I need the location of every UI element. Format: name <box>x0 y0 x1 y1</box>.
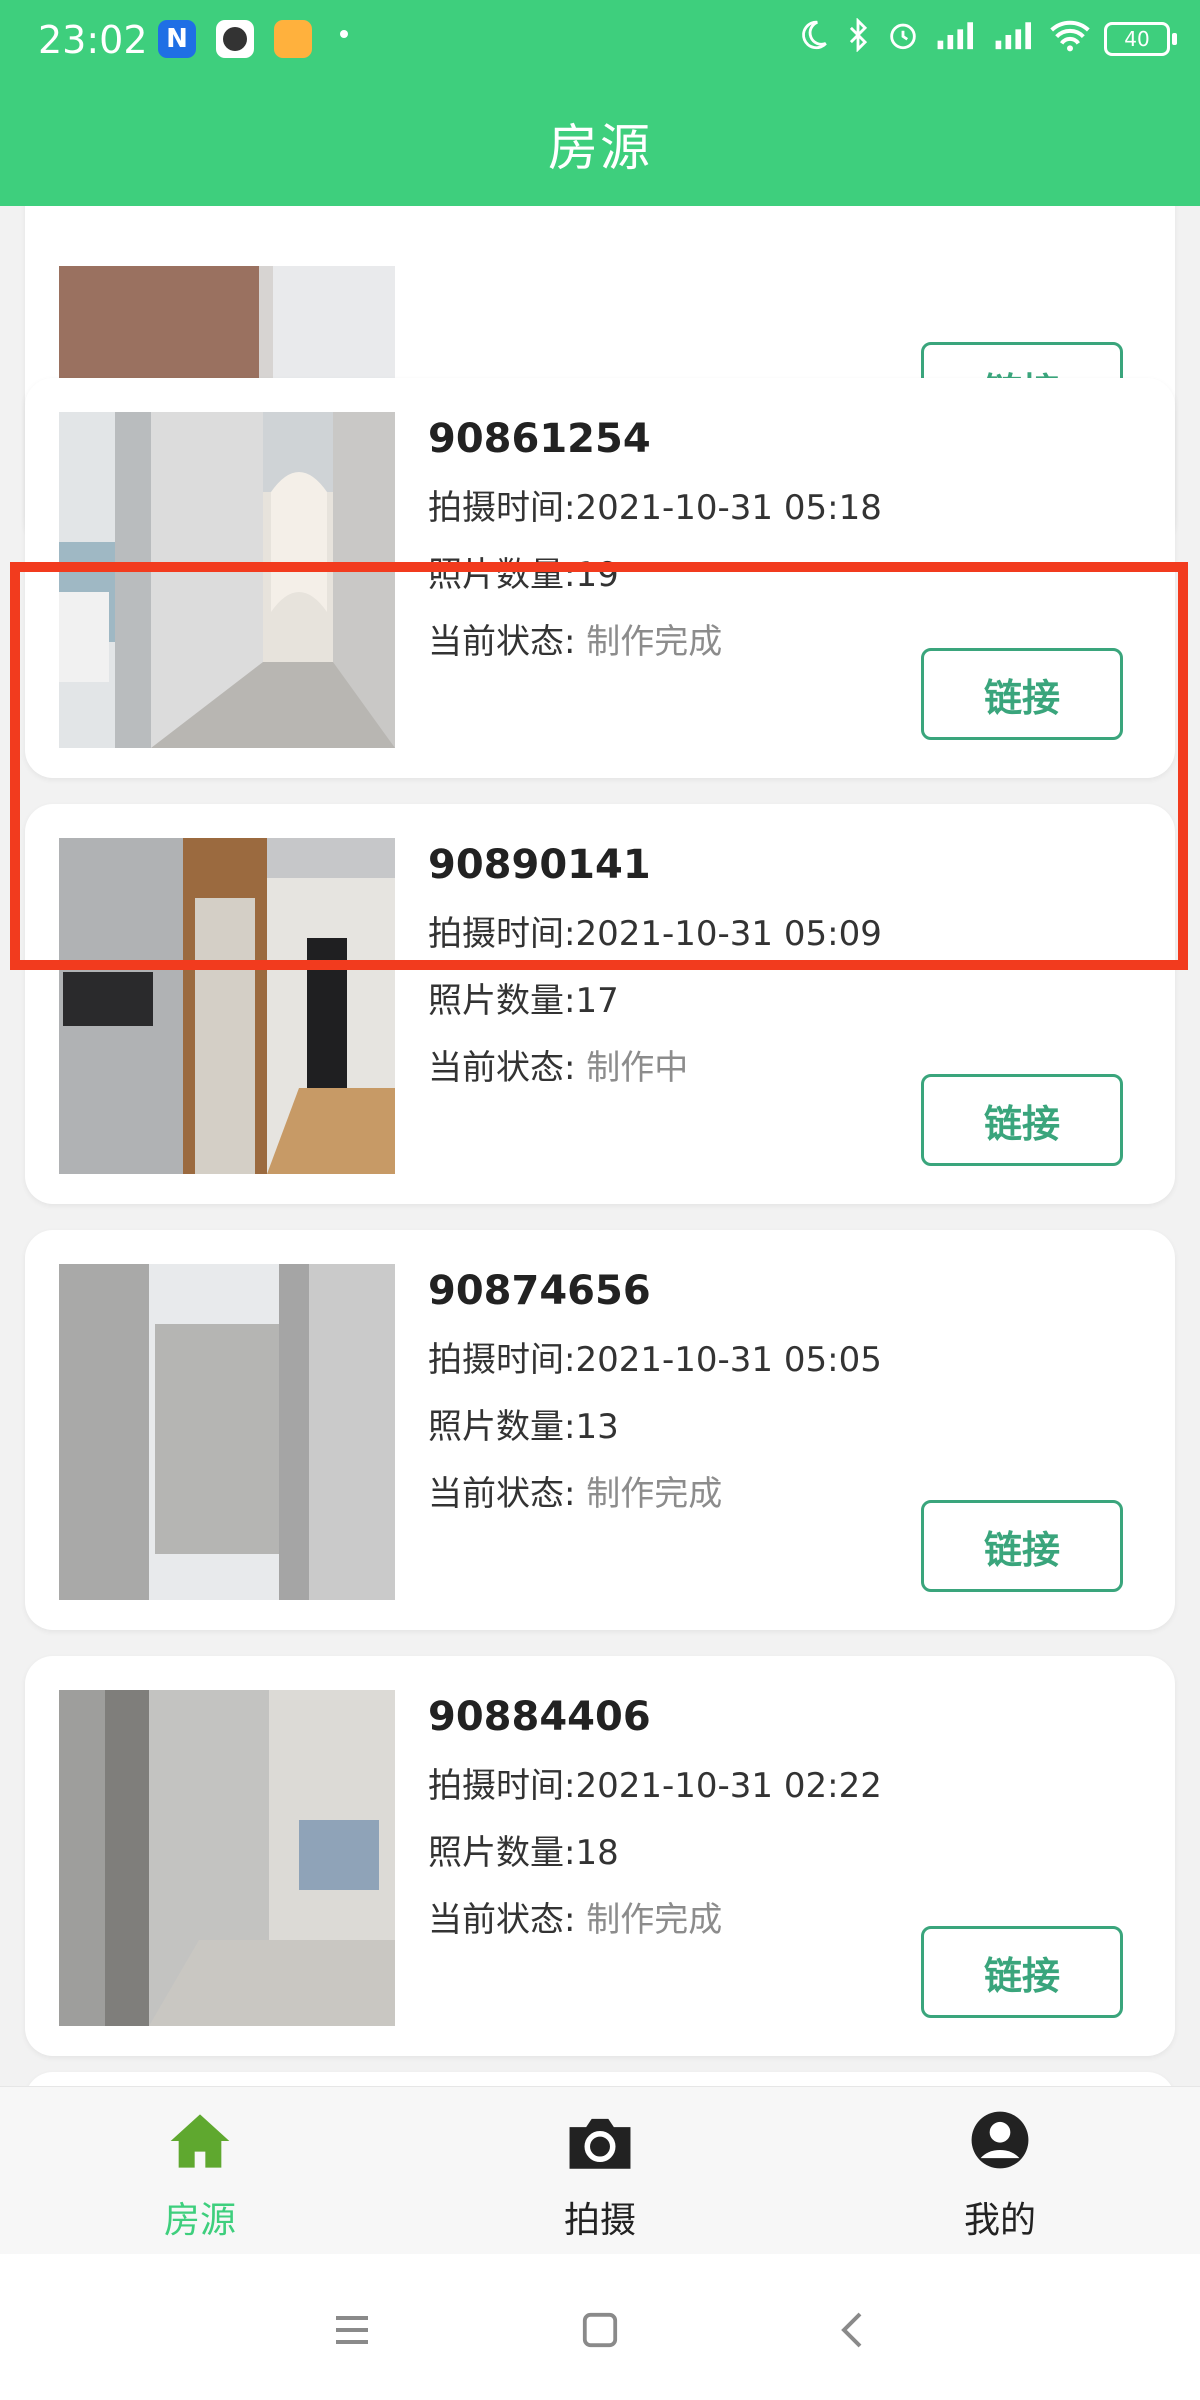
link-button[interactable]: 链接 <box>921 1500 1123 1592</box>
notification-circle-icon <box>216 20 254 58</box>
camera-icon <box>564 2109 636 2177</box>
nav-item-profile[interactable]: 我的 <box>800 2087 1200 2255</box>
listing-list[interactable]: 链接 90861254 拍摄时间:2021-10-31 05:18 照片数量:1… <box>0 206 1200 2086</box>
listing-thumbnail <box>59 1690 395 2026</box>
capture-time-label: 拍摄时间: <box>428 1340 576 1380</box>
link-button[interactable]: 链接 <box>921 1074 1123 1166</box>
bottom-nav: 房源 拍摄 我的 <box>0 2086 1200 2255</box>
listing-card[interactable]: 90874656 拍摄时间:2021-10-31 05:05 照片数量:13 当… <box>25 1230 1175 1630</box>
photo-count-label: 照片数量: <box>428 1833 576 1873</box>
capture-time-row: 拍摄时间:2021-10-31 02:22 <box>428 1758 882 1807</box>
nav-label: 拍摄 <box>563 2200 636 2241</box>
user-icon <box>969 2109 1031 2175</box>
alarm-icon <box>886 18 920 60</box>
photo-count-label: 照片数量: <box>428 1407 576 1447</box>
photo-count-value: 18 <box>575 1833 619 1873</box>
capture-time-label: 拍摄时间: <box>428 914 576 954</box>
capture-time-row: 拍摄时间:2021-10-31 05:05 <box>428 1332 882 1381</box>
wifi-icon <box>1050 18 1090 60</box>
page-title: 房源 <box>548 119 652 177</box>
listing-card[interactable]: 90890141 拍摄时间:2021-10-31 05:09 照片数量:17 当… <box>25 804 1175 1204</box>
notification-note-icon <box>274 20 312 58</box>
photo-count-row: 照片数量:17 <box>428 973 882 1022</box>
status-label: 当前状态: <box>428 1048 587 1088</box>
moon-icon <box>796 18 830 60</box>
status-row: 当前状态: 制作完成 <box>428 614 882 663</box>
capture-time-row: 拍摄时间:2021-10-31 05:18 <box>428 480 882 529</box>
listing-card[interactable]: 90861254 拍摄时间:2021-10-31 05:18 照片数量:19 当… <box>25 378 1175 778</box>
listing-id: 90861254 <box>428 416 651 462</box>
listing-info: 90884406 拍摄时间:2021-10-31 02:22 照片数量:18 当… <box>428 1690 882 1941</box>
system-nav-bar <box>0 2254 1200 2400</box>
photo-count-value: 13 <box>575 1407 619 1447</box>
listing-info: 90874656 拍摄时间:2021-10-31 05:05 照片数量:13 当… <box>428 1264 882 1515</box>
capture-time-value: 2021-10-31 05:05 <box>575 1340 882 1380</box>
listing-info: 90861254 拍摄时间:2021-10-31 05:18 照片数量:19 当… <box>428 412 882 663</box>
listing-info: 90890141 拍摄时间:2021-10-31 05:09 照片数量:17 当… <box>428 838 882 1089</box>
nav-item-capture[interactable]: 拍摄 <box>400 2087 800 2255</box>
capture-time-value: 2021-10-31 05:09 <box>575 914 882 954</box>
menu-icon[interactable] <box>322 2300 382 2360</box>
listing-thumbnail <box>59 412 395 748</box>
status-value: 制作完成 <box>586 622 723 662</box>
listing-thumbnail <box>59 838 395 1174</box>
photo-count-label: 照片数量: <box>428 555 576 595</box>
home-icon <box>168 2109 232 2177</box>
link-button[interactable]: 链接 <box>921 1926 1123 2018</box>
capture-time-row: 拍摄时间:2021-10-31 05:09 <box>428 906 882 955</box>
link-button[interactable]: 链接 <box>921 648 1123 740</box>
photo-count-label: 照片数量: <box>428 981 576 1021</box>
hd-signal-icon <box>934 18 978 60</box>
status-label: 当前状态: <box>428 622 587 662</box>
status-row: 当前状态: 制作完成 <box>428 1892 882 1941</box>
photo-count-row: 照片数量:19 <box>428 547 882 596</box>
back-icon[interactable] <box>822 2300 882 2360</box>
signal-icon <box>992 18 1036 60</box>
status-value: 制作完成 <box>586 1474 723 1514</box>
status-bar: 23:02 N 40 <box>0 0 1200 84</box>
status-row: 当前状态: 制作中 <box>428 1040 882 1089</box>
listing-id: 90890141 <box>428 842 651 888</box>
listing-thumbnail <box>59 1264 395 1600</box>
photo-count-value: 19 <box>575 555 619 595</box>
battery-icon: 40 <box>1104 22 1177 56</box>
home-square-icon[interactable] <box>570 2300 630 2360</box>
bluetooth-icon <box>844 17 872 60</box>
capture-time-value: 2021-10-31 02:22 <box>575 1766 882 1806</box>
listing-id: 90884406 <box>428 1694 651 1740</box>
capture-time-label: 拍摄时间: <box>428 1766 576 1806</box>
status-row: 当前状态: 制作完成 <box>428 1466 882 1515</box>
status-icons: 40 <box>796 17 1177 60</box>
nav-label: 房源 <box>163 2200 236 2241</box>
status-value: 制作中 <box>586 1048 689 1088</box>
listing-id: 90874656 <box>428 1268 651 1314</box>
photo-count-row: 照片数量:13 <box>428 1399 882 1448</box>
listing-card-partial[interactable] <box>25 2072 1175 2086</box>
photo-count-row: 照片数量:18 <box>428 1825 882 1874</box>
photo-count-value: 17 <box>575 981 619 1021</box>
nav-label: 我的 <box>963 2200 1036 2241</box>
app-header: 23:02 N 40 房源 <box>0 0 1200 206</box>
status-value: 制作完成 <box>586 1900 723 1940</box>
capture-time-label: 拍摄时间: <box>428 488 576 528</box>
status-label: 当前状态: <box>428 1474 587 1514</box>
nav-item-listings[interactable]: 房源 <box>0 2087 400 2255</box>
capture-time-value: 2021-10-31 05:18 <box>575 488 882 528</box>
listing-card[interactable]: 90884406 拍摄时间:2021-10-31 02:22 照片数量:18 当… <box>25 1656 1175 2056</box>
status-time: 23:02 <box>38 18 148 62</box>
notification-n-icon: N <box>158 20 196 58</box>
status-label: 当前状态: <box>428 1900 587 1940</box>
notification-more-icon <box>340 30 348 38</box>
